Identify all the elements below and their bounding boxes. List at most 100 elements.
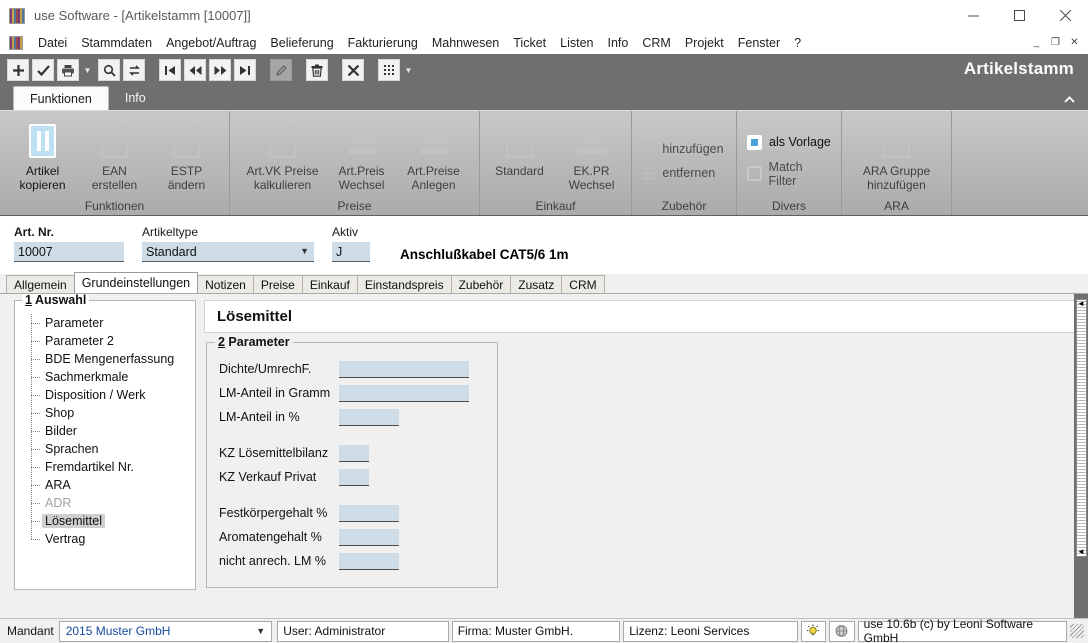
menu-item-angebot-auftrag[interactable]: Angebot/Auftrag — [159, 34, 263, 52]
tree-item-disposition-werk[interactable]: Disposition / Werk — [28, 386, 187, 404]
kz-loesemittelbilanz-input[interactable] — [339, 444, 369, 462]
chevron-up-icon[interactable] — [1058, 89, 1080, 109]
previous-record-button[interactable] — [184, 59, 206, 81]
first-record-button[interactable] — [159, 59, 181, 81]
ribbon-tab-strip: Funktionen Info — [0, 86, 1088, 110]
globe-icon[interactable] — [829, 620, 855, 642]
mdi-minimize-icon[interactable]: _ — [1027, 34, 1046, 52]
scroll-down-icon[interactable]: ◄ — [1077, 548, 1085, 556]
minimize-icon[interactable] — [950, 0, 996, 31]
ribbon-button-ean-erstellen[interactable]: EAN erstellen — [79, 117, 151, 192]
ribbon-button-zubehoer-entfernen[interactable]: entfernen — [640, 161, 727, 185]
tree-item-parameter[interactable]: Parameter — [28, 314, 187, 332]
scrollbar-track[interactable]: ◄ ◄ — [1075, 299, 1087, 557]
ribbon-button-artvk-preise-kalkulieren[interactable]: Art.VK Preise kalkulieren — [240, 117, 326, 192]
parameter-legend-text: Parameter — [224, 335, 290, 349]
tree-item-sprachen[interactable]: Sprachen — [28, 440, 187, 458]
article-type-input[interactable] — [142, 242, 314, 262]
ribbon-button-label: EK.PR Wechsel — [568, 164, 615, 192]
tree-item-shop[interactable]: Shop — [28, 404, 187, 422]
menu-item-belieferung[interactable]: Belieferung — [263, 34, 340, 52]
tab-preise[interactable]: Preise — [252, 275, 303, 293]
tab-zubehoer[interactable]: Zubehör — [450, 275, 512, 293]
edit-button[interactable] — [270, 59, 292, 81]
ribbon-button-zubehoer-hinzufuegen[interactable]: hinzufügen — [640, 137, 727, 161]
tab-einstandspreis[interactable]: Einstandspreis — [356, 275, 452, 293]
tree-item-loesemittel[interactable]: Lösemittel — [28, 512, 187, 530]
ribbon-button-estp-aendern[interactable]: ESTP ändern — [151, 117, 223, 192]
print-options-caret[interactable]: ▼ — [82, 59, 93, 81]
delete-button[interactable] — [306, 59, 328, 81]
tab-crm[interactable]: CRM — [561, 275, 605, 293]
ribbon-checkbox-als-vorlage[interactable]: als Vorlage — [743, 130, 835, 155]
kz-verkauf-privat-input[interactable] — [339, 468, 369, 486]
ribbon-button-ara-gruppe-hinzufuegen[interactable]: ARA Gruppe hinzufügen — [854, 117, 940, 192]
tree-item-parameter-2[interactable]: Parameter 2 — [28, 332, 187, 350]
tab-grundeinstellungen[interactable]: Grundeinstellungen — [73, 272, 199, 293]
dichte-umrechf-input[interactable] — [339, 360, 469, 378]
menu-item-fakturierung[interactable]: Fakturierung — [341, 34, 425, 52]
tree-item-bde-mengenerfassung[interactable]: BDE Mengenerfassung — [28, 350, 187, 368]
tab-einkauf[interactable]: Einkauf — [301, 275, 358, 293]
parameter-group-box: 2 Parameter Dichte/UmrechF. LM-Anteil in… — [206, 335, 498, 588]
tab-zusatz[interactable]: Zusatz — [510, 275, 563, 293]
menu-item-listen[interactable]: Listen — [553, 34, 600, 52]
menu-item-ticket[interactable]: Ticket — [506, 34, 553, 52]
article-type-select[interactable]: ▼ — [142, 242, 314, 262]
refresh-button[interactable] — [123, 59, 145, 81]
menu-item-projekt[interactable]: Projekt — [678, 34, 731, 52]
tab-info[interactable]: Info — [109, 86, 162, 110]
menu-item-help[interactable]: ? — [787, 34, 808, 52]
menu-item-fenster[interactable]: Fenster — [731, 34, 787, 52]
ribbon-button-label: ESTP ändern — [167, 164, 206, 192]
mdi-restore-icon[interactable]: ❐ — [1046, 34, 1065, 52]
ribbon-button-standard[interactable]: Standard — [484, 117, 556, 178]
grid-options-caret[interactable]: ▼ — [403, 59, 414, 81]
scroll-up-icon[interactable]: ◄ — [1077, 300, 1085, 308]
tab-notizen[interactable]: Notizen — [197, 275, 254, 293]
lm-anteil-prozent-input[interactable] — [339, 408, 399, 426]
lm-anteil-gramm-input[interactable] — [339, 384, 469, 402]
tab-funktionen[interactable]: Funktionen — [13, 86, 109, 110]
menu-item-stammdaten[interactable]: Stammdaten — [74, 34, 159, 52]
active-flag-input[interactable] — [332, 242, 370, 262]
tree-item-bilder[interactable]: Bilder — [28, 422, 187, 440]
search-button[interactable] — [98, 59, 120, 81]
close-icon[interactable] — [1042, 0, 1088, 31]
print-button[interactable] — [57, 59, 79, 81]
tree-item-label: Sprachen — [45, 442, 99, 456]
menu-item-info[interactable]: Info — [601, 34, 636, 52]
mandant-select[interactable]: 2015 Muster GmbH ▼ — [58, 620, 273, 642]
tree-item-sachmerkmale[interactable]: Sachmerkmale — [28, 368, 187, 386]
menu-item-mahnwesen[interactable]: Mahnwesen — [425, 34, 506, 52]
grid-view-button[interactable] — [378, 59, 400, 81]
lightbulb-icon[interactable] — [800, 620, 827, 642]
tree-item-ara[interactable]: ARA — [28, 476, 187, 494]
form-row-dichte-umrechf: Dichte/UmrechF. — [219, 357, 487, 381]
menu-item-crm[interactable]: CRM — [635, 34, 677, 52]
resize-grip[interactable] — [1070, 624, 1085, 638]
tab-allgemein[interactable]: Allgemein — [6, 275, 75, 293]
maximize-icon[interactable] — [996, 0, 1042, 31]
new-record-button[interactable] — [7, 59, 29, 81]
ribbon-checkbox-match-filter[interactable]: Match Filter — [743, 155, 835, 193]
tree-item-vertrag[interactable]: Vertrag — [28, 530, 187, 548]
confirm-button[interactable] — [32, 59, 54, 81]
ribbon-button-artpreise-anlegen[interactable]: Art.Preise Anlegen — [398, 117, 470, 192]
tree-item-adr[interactable]: ADR — [28, 494, 187, 512]
tree-item-fremdartikel-nr[interactable]: Fremdartikel Nr. — [28, 458, 187, 476]
festkoerpergehalt-input[interactable] — [339, 504, 399, 522]
menu-item-datei[interactable]: Datei — [31, 34, 74, 52]
article-number-input[interactable] — [14, 242, 124, 262]
nicht-anrech-lm-input[interactable] — [339, 552, 399, 570]
ribbon-button-artikel-kopieren[interactable]: Artikel kopieren — [7, 117, 79, 192]
mdi-close-icon[interactable]: ✕ — [1065, 34, 1084, 52]
next-record-button[interactable] — [209, 59, 231, 81]
last-record-button[interactable] — [234, 59, 256, 81]
cancel-button[interactable] — [342, 59, 364, 81]
ribbon-button-artpreis-wechsel[interactable]: Art.Preis Wechsel — [326, 117, 398, 192]
vertical-scrollbar[interactable]: ◄ ◄ — [1074, 294, 1088, 618]
header-fields: Art. Nr. Artikeltype ▼ Aktiv Anschlußkab… — [0, 216, 1088, 274]
aromatengehalt-input[interactable] — [339, 528, 399, 546]
ribbon-button-ekpr-wechsel[interactable]: EK.PR Wechsel — [556, 117, 628, 192]
